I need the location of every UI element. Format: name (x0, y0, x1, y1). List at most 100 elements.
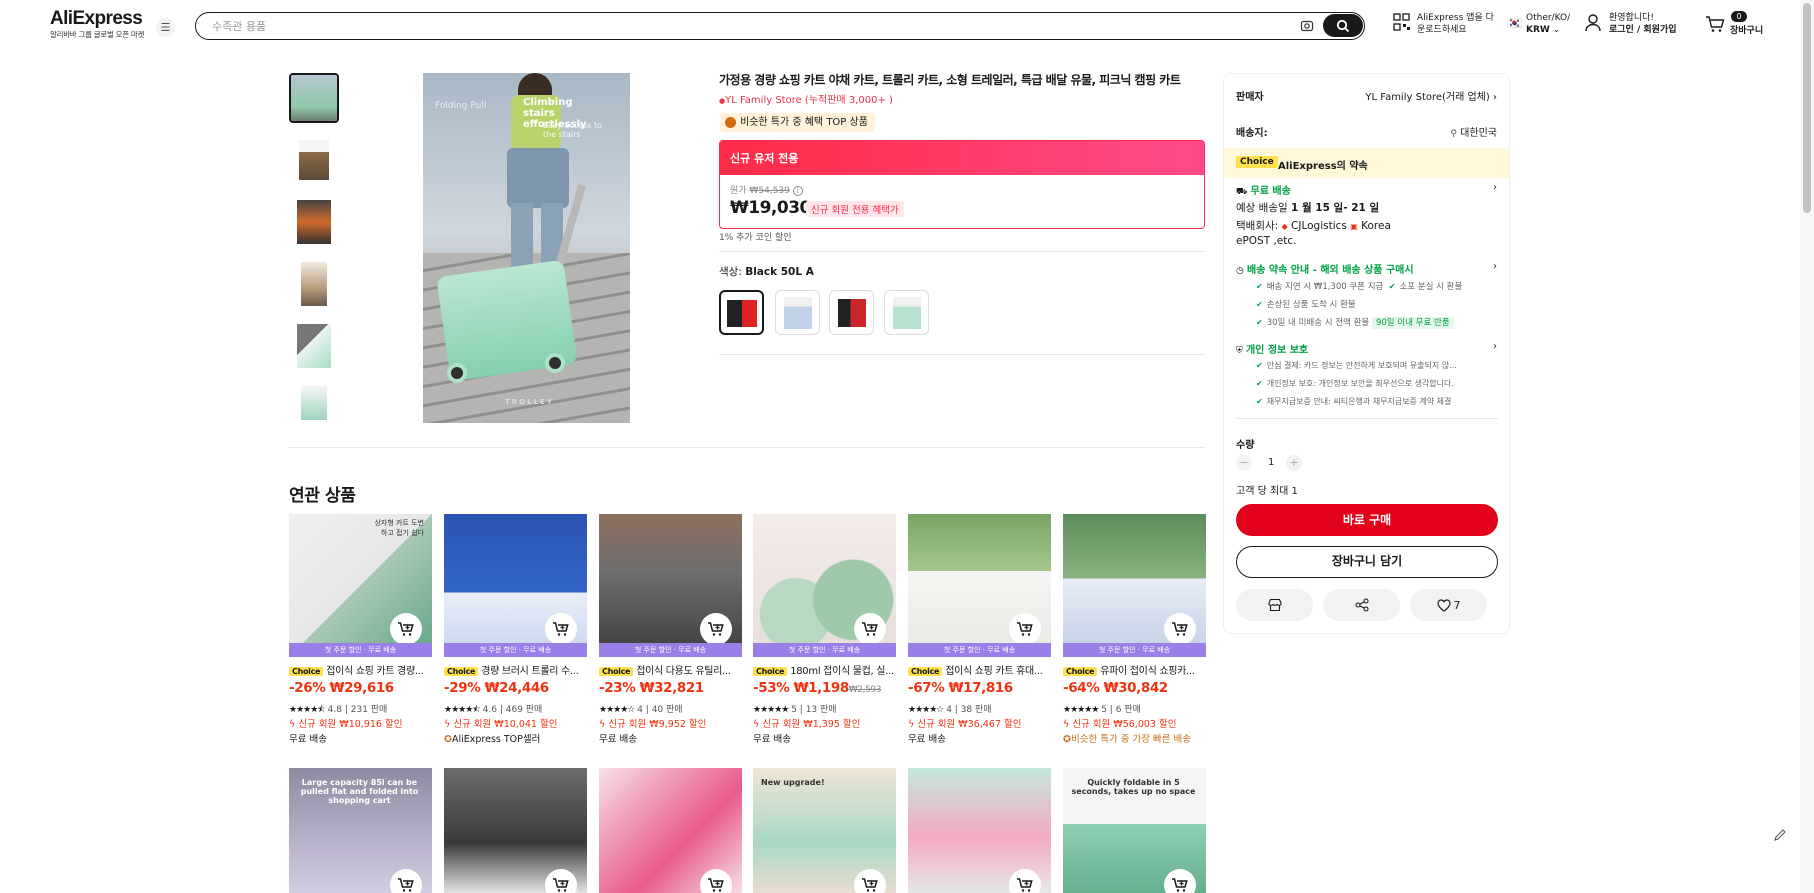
quantity-max-note: 고객 당 최대 1 (1236, 486, 1298, 497)
edit-feedback-icon[interactable] (1771, 826, 1789, 844)
product-title[interactable]: Choice 접이식 쇼핑 카트 휴대... (908, 662, 1051, 677)
product-image[interactable]: 첫 주문 할인 · 무료 배송 (444, 514, 587, 657)
related-product-card[interactable]: New upgrade! (753, 768, 896, 893)
product-image[interactable]: 첫 주문 할인 · 무료 배송 (908, 514, 1051, 657)
product-title[interactable]: Choice 접이식 다용도 유틸리... (599, 662, 742, 677)
related-product-card[interactable]: 첫 주문 할인 · 무료 배송 Choice 경량 브러시 트롤리 수... -29%… (444, 514, 587, 754)
share-button[interactable] (1323, 589, 1400, 621)
qr-code-icon[interactable] (1393, 13, 1411, 37)
product-rating: ★★★★★ 5 | 6 판매 (1063, 705, 1141, 715)
related-product-card[interactable] (908, 768, 1051, 893)
add-to-cart-icon (398, 878, 414, 892)
thumbnail-2[interactable] (289, 135, 339, 185)
add-to-cart-button[interactable] (1009, 869, 1041, 893)
add-to-cart-icon (1017, 878, 1033, 892)
ship-to-row[interactable]: 배송지: ⚲ 대한민국 (1236, 124, 1497, 139)
product-image[interactable]: 첫 주문 할인 · 무료 배송 (1063, 514, 1206, 657)
store-link[interactable]: ●YL Family Store (누적판매 3,000+ ) (719, 91, 893, 106)
main-product-image[interactable]: Folding Pull Climbing stairs effortlessl… (423, 73, 630, 423)
quantity-value[interactable]: 1 (1268, 457, 1274, 468)
info-icon[interactable]: i (792, 186, 803, 196)
related-product-card[interactable]: 첫 주문 할인 · 무료 배송 Choice 유파이 접이식 쇼핑카... -64% … (1063, 514, 1206, 754)
related-product-card[interactable] (599, 768, 742, 893)
add-to-cart-icon (553, 878, 569, 892)
image-caption: Quickly foldable in 5 seconds, takes up … (1071, 778, 1196, 796)
thumbnail-5[interactable] (289, 321, 339, 371)
search-input[interactable] (212, 18, 1272, 34)
product-title[interactable]: Choice 접이식 쇼핑 카트 경량... (289, 662, 432, 677)
related-product-card[interactable]: 첫 주문 할인 · 무료 배송 Choice 접이식 다용도 유틸리... -23% … (599, 514, 742, 754)
quantity-plus-button[interactable]: + (1286, 455, 1302, 471)
add-to-cart-button[interactable] (1009, 613, 1041, 645)
add-to-cart-button[interactable] (854, 613, 886, 645)
add-to-cart-button[interactable] (390, 613, 422, 645)
account-link[interactable]: 환영합니다! 로그인 / 회원가입 (1609, 12, 1677, 36)
store-button[interactable] (1236, 589, 1313, 621)
chevron-right-icon: › (1493, 182, 1497, 193)
related-product-card[interactable]: Quickly foldable in 5 seconds, takes up … (1063, 768, 1206, 893)
free-shipping-row[interactable]: ⛟ 무료 배송 › (1236, 182, 1497, 198)
product-image[interactable] (908, 768, 1051, 893)
related-product-card[interactable]: 첫 주문 할인 · 무료 배송 Choice 접이식 쇼핑 카트 휴대... -67%… (908, 514, 1051, 754)
aliexpress-logo[interactable]: AliExpress 알리바바 그룹 글로벌 오픈 마켓 (50, 8, 144, 40)
choice-badge: Choice (599, 667, 634, 676)
image-search-icon[interactable] (1300, 19, 1314, 33)
product-image[interactable]: 첫 주문 할인 · 무료 배송 (599, 514, 742, 657)
thumbnail-6[interactable] (289, 383, 339, 423)
buy-now-button[interactable]: 바로 구매 (1236, 504, 1498, 536)
color-swatch-blue[interactable] (775, 290, 820, 335)
product-title[interactable]: Choice 180ml 접이식 물컵, 실... (753, 662, 896, 677)
color-swatch-mint[interactable] (884, 290, 929, 335)
add-to-cart-button[interactable] (545, 613, 577, 645)
product-rating: ★★★★☆ 4 | 38 판매 (908, 705, 992, 715)
related-product-card[interactable]: 상자형 카트 도변하고 접기 쉽다 첫 주문 할인 · 무료 배송 Choice 접이… (289, 514, 432, 754)
seller-row[interactable]: 판매자 YL Family Store(거래 업체) › (1236, 88, 1497, 103)
wishlist-button[interactable]: 7 (1410, 589, 1487, 621)
related-product-card[interactable]: Large capacity 85l can be pulled flat an… (289, 768, 432, 893)
cart-label[interactable]: 장바구니 (1730, 25, 1763, 37)
thumbnail-4[interactable] (289, 259, 339, 309)
image-caption: Large capacity 85l can be pulled flat an… (300, 778, 419, 805)
product-image[interactable]: New upgrade! (753, 768, 896, 893)
add-to-cart-button[interactable] (1164, 613, 1196, 645)
product-image[interactable]: 상자형 카트 도변하고 접기 쉽다 첫 주문 할인 · 무료 배송 (289, 514, 432, 657)
cart-icon[interactable] (1705, 15, 1725, 37)
product-image[interactable]: Quickly foldable in 5 seconds, takes up … (1063, 768, 1206, 893)
delivery-guarantee-row[interactable]: ◷ 배송 약속 안내 - 해외 배송 상품 구매시 › (1236, 261, 1497, 276)
scrollbar-thumb[interactable] (1803, 3, 1811, 213)
add-to-cart-button[interactable] (854, 869, 886, 893)
badge-icon: ✪ (444, 734, 452, 745)
color-swatch-black[interactable] (719, 290, 764, 335)
page-scrollbar[interactable] (1800, 0, 1814, 893)
star-rating-icon: ★★★★☆ (599, 705, 635, 715)
product-image[interactable]: 첫 주문 할인 · 무료 배송 (753, 514, 896, 657)
related-product-card[interactable] (444, 768, 587, 893)
search-button[interactable] (1323, 14, 1363, 37)
add-to-cart-button[interactable]: 장바구니 담기 (1236, 546, 1498, 578)
add-to-cart-button[interactable] (390, 869, 422, 893)
star-rating-icon: ★★★★⯪ (289, 705, 326, 715)
search-bar (195, 12, 1365, 40)
thumbnail-3[interactable] (289, 197, 339, 247)
add-to-cart-button[interactable] (1164, 869, 1196, 893)
related-product-card[interactable]: 첫 주문 할인 · 무료 배송 Choice 180ml 접이식 물컵, 실... -… (753, 514, 896, 754)
product-title[interactable]: Choice 유파이 접이식 쇼핑카... (1063, 662, 1206, 677)
thumbnail-1[interactable] (289, 73, 339, 123)
privacy-row[interactable]: ⛨ 개인 정보 보호 › (1236, 341, 1497, 356)
product-image[interactable] (599, 768, 742, 893)
store-icon (1267, 598, 1282, 612)
region-selector[interactable]: Other/KO/KRW ⌄ (1526, 12, 1570, 36)
product-image[interactable] (444, 768, 587, 893)
category-menu-button[interactable]: ☰ (156, 18, 175, 37)
product-image[interactable]: Large capacity 85l can be pulled flat an… (289, 768, 432, 893)
add-to-cart-button[interactable] (700, 613, 732, 645)
user-icon[interactable] (1585, 14, 1601, 36)
quantity-minus-button[interactable]: − (1236, 455, 1252, 471)
add-to-cart-button[interactable] (545, 869, 577, 893)
color-swatch-red[interactable] (829, 290, 874, 335)
add-to-cart-button[interactable] (700, 869, 732, 893)
divider (1236, 418, 1498, 419)
product-title[interactable]: Choice 경량 브러시 트롤리 수... (444, 662, 587, 677)
download-app-link[interactable]: AliExpress 앱을 다 운로드하세요 (1417, 12, 1494, 36)
purchase-panel: 판매자 YL Family Store(거래 업체) › 배송지: ⚲ 대한민국… (1223, 73, 1510, 634)
